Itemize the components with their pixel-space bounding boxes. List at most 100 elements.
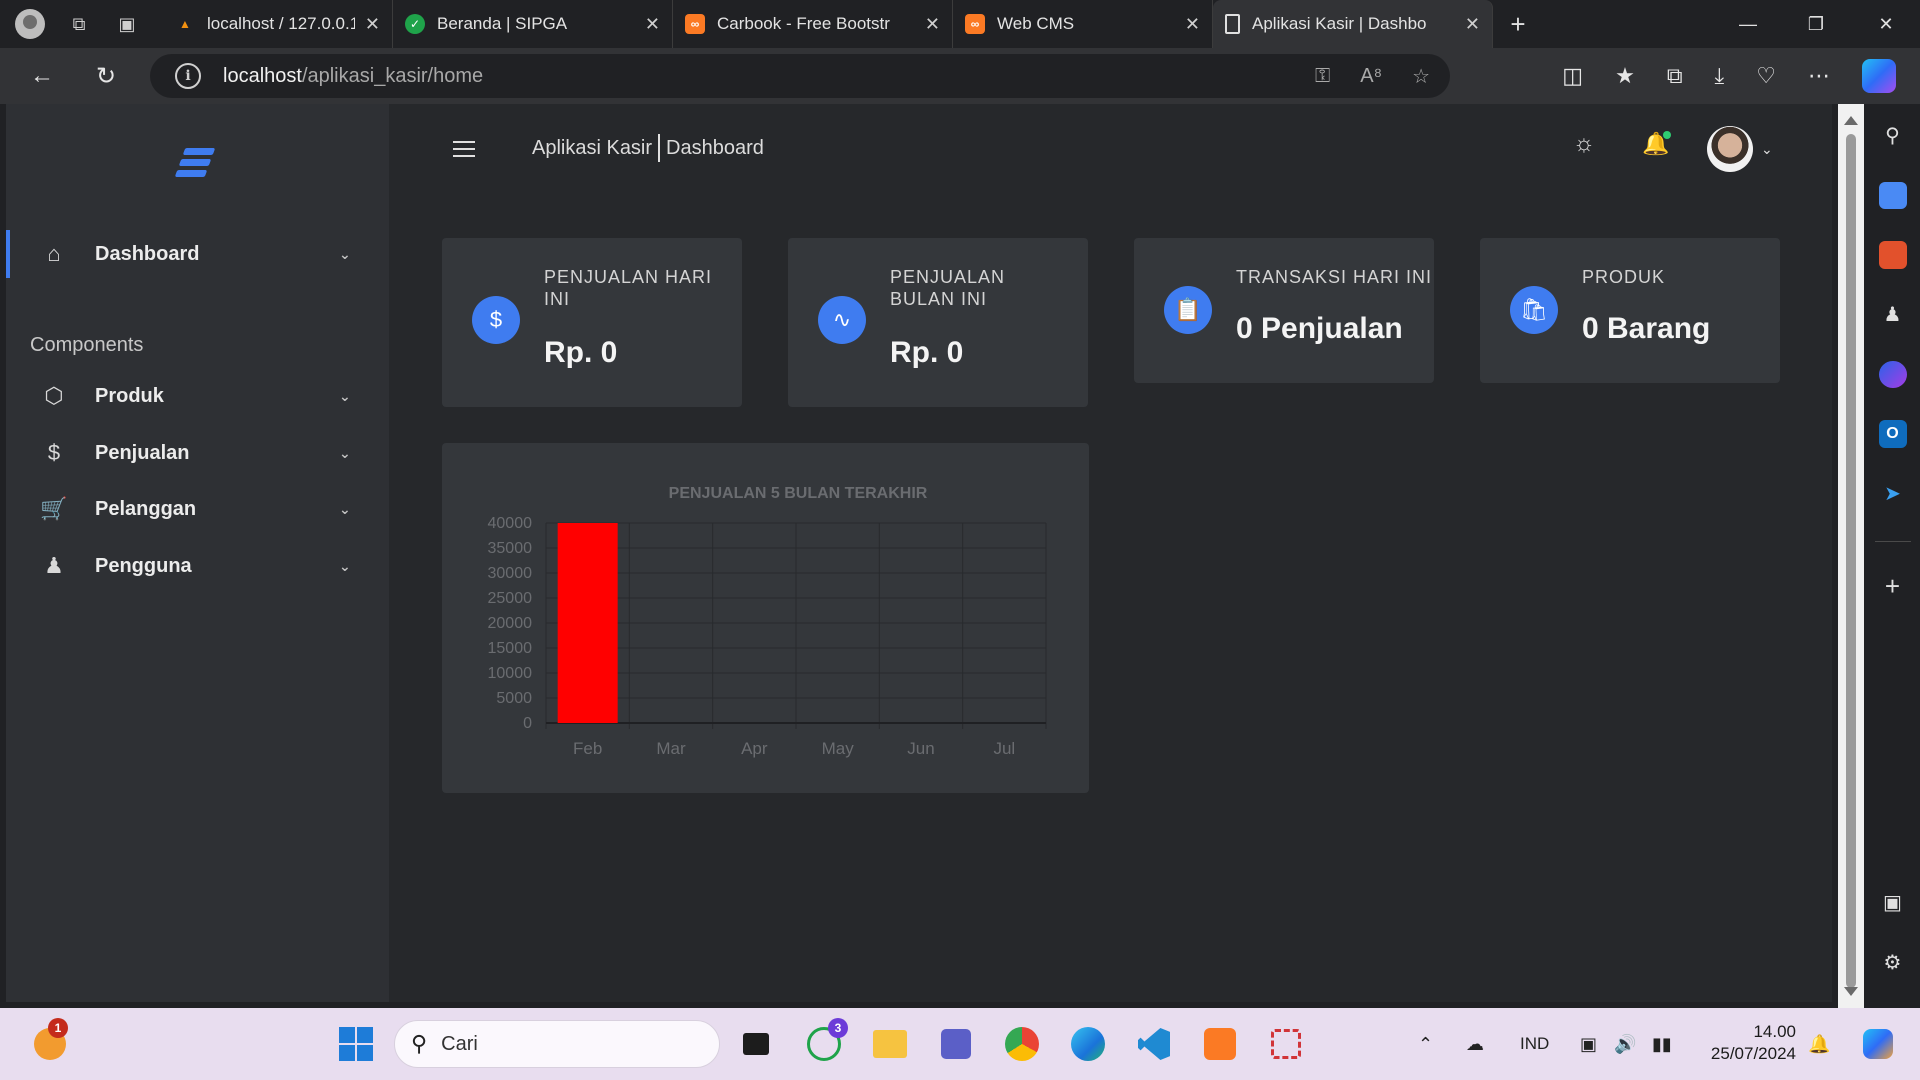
start-windows-icon[interactable] xyxy=(334,1022,378,1066)
sidebar-item-penjualan[interactable]: $ Penjualan ⌄ xyxy=(6,429,389,477)
stat-card-penjualan-bulan-ini: ∿ PENJUALAN BULAN INI Rp. 0 xyxy=(788,238,1088,407)
clock-date: 25/07/2024 xyxy=(1710,1044,1796,1063)
breadcrumb-app: Aplikasi Kasir xyxy=(532,136,653,159)
microsoft-365-icon[interactable] xyxy=(1878,360,1907,389)
volume-icon[interactable]: 🔊 xyxy=(1614,1008,1636,1080)
workspaces-icon[interactable]: ⧉ xyxy=(55,0,103,48)
copilot-icon[interactable] xyxy=(1856,1022,1900,1066)
chevron-down-icon: ⌄ xyxy=(339,500,351,517)
scroll-up-arrow-icon[interactable] xyxy=(1844,116,1858,125)
favorite-star-icon[interactable]: ☆ xyxy=(1412,64,1430,89)
onedrive-cloud-icon[interactable]: ☁ xyxy=(1466,1008,1484,1080)
sidebar: ⌂ Dashboard ⌄ Components ⬡ Produk ⌄ $ Pe… xyxy=(6,104,389,1002)
tab-sipga[interactable]: ✓ Beranda | SIPGA ✕ xyxy=(393,0,673,48)
card-value: 0 Penjualan xyxy=(1236,312,1403,345)
taskbar-clock[interactable]: 14.00 25/07/2024 xyxy=(1700,1021,1796,1065)
edge-icon[interactable] xyxy=(1066,1022,1110,1066)
dollar-icon: $ xyxy=(472,296,520,344)
split-screen-icon[interactable]: ◫ xyxy=(1562,63,1583,89)
show-hidden-icons-chevron-icon[interactable]: ⌃ xyxy=(1418,1008,1433,1080)
read-aloud-icon[interactable]: A⁸ xyxy=(1360,65,1382,88)
scrollbar-thumb[interactable] xyxy=(1846,134,1856,988)
collections-icon[interactable]: ⧉ xyxy=(1667,63,1683,89)
weather-widget-icon[interactable]: 1 xyxy=(28,1018,72,1066)
sidebar-item-produk[interactable]: ⬡ Produk ⌄ xyxy=(6,372,389,420)
teams-icon[interactable] xyxy=(934,1022,978,1066)
x-tick-label: Apr xyxy=(741,739,768,758)
breadcrumb: Aplikasi Kasir Dashboard xyxy=(532,134,764,162)
activity-icon: ∿ xyxy=(818,296,866,344)
menu-toggle-icon[interactable] xyxy=(453,141,475,162)
y-tick-label: 5000 xyxy=(496,690,532,707)
chart-title: PENJUALAN 5 BULAN TERAKHIR xyxy=(669,485,928,502)
close-tab-icon[interactable]: ✕ xyxy=(365,14,380,35)
file-explorer-icon[interactable] xyxy=(868,1022,912,1066)
restore-button[interactable]: ❐ xyxy=(1782,0,1850,48)
notification-bell-icon[interactable]: 🔔 xyxy=(1641,129,1671,159)
close-tab-icon[interactable]: ✕ xyxy=(925,14,940,35)
battery-icon[interactable]: ▮▮ xyxy=(1652,1008,1672,1080)
copilot-icon[interactable] xyxy=(1862,59,1896,93)
chrome-icon[interactable] xyxy=(1000,1022,1044,1066)
theme-toggle-sun-icon[interactable]: ☼ xyxy=(1569,129,1599,159)
browser-essentials-icon[interactable]: ♡ xyxy=(1756,63,1776,89)
taskbar-search[interactable]: ⚲ Cari xyxy=(394,1020,720,1068)
vscode-icon[interactable] xyxy=(1132,1022,1176,1066)
outlook-icon[interactable]: O xyxy=(1878,420,1907,448)
user-menu[interactable]: ⌄ xyxy=(1707,126,1773,172)
shopping-tag-icon[interactable] xyxy=(1878,181,1907,210)
close-tab-icon[interactable]: ✕ xyxy=(1465,14,1480,35)
whatsapp-icon[interactable]: 3 xyxy=(802,1018,848,1066)
send-icon[interactable]: ➤ xyxy=(1879,480,1907,508)
search-icon[interactable]: ⚲ xyxy=(1879,122,1907,150)
windows-logo xyxy=(339,1027,373,1061)
app-logo-icon[interactable] xyxy=(174,142,218,182)
page-scrollbar[interactable] xyxy=(1838,104,1864,1008)
tools-briefcase-icon[interactable] xyxy=(1878,241,1907,269)
breadcrumb-page: Dashboard xyxy=(666,136,764,159)
avatar xyxy=(1707,126,1753,172)
new-tab-button[interactable]: + xyxy=(1493,0,1543,48)
close-tab-icon[interactable]: ✕ xyxy=(1185,14,1200,35)
snipping-tool-icon[interactable] xyxy=(1264,1022,1308,1066)
xampp-icon: ∞ xyxy=(685,14,705,34)
sidebar-item-pelanggan[interactable]: 🛒 Pelanggan ⌄ xyxy=(6,485,389,533)
notification-bell-icon[interactable]: 🔔 xyxy=(1808,1008,1830,1080)
back-button[interactable]: ← xyxy=(20,54,64,98)
sidebar-item-dashboard[interactable]: ⌂ Dashboard ⌄ xyxy=(6,230,389,278)
tab-actions-icon[interactable]: ▣ xyxy=(103,0,151,48)
task-view-icon[interactable] xyxy=(734,1022,778,1066)
site-info-icon[interactable]: i xyxy=(175,63,201,89)
network-icon[interactable]: ▣ xyxy=(1580,1008,1597,1080)
chevron-down-icon: ⌄ xyxy=(1761,140,1773,157)
games-icon[interactable]: ♟ xyxy=(1879,301,1907,329)
screenshot-icon[interactable]: ▣ xyxy=(1879,889,1907,917)
y-tick-label: 40000 xyxy=(488,515,533,532)
tab-carbook[interactable]: ∞ Carbook - Free Bootstr ✕ xyxy=(673,0,953,48)
favorites-icon[interactable]: ★ xyxy=(1615,63,1635,89)
shopping-bag-icon: 🛍 xyxy=(1510,286,1558,334)
search-placeholder: Cari xyxy=(441,1032,478,1055)
more-options-icon[interactable]: ⋯ xyxy=(1808,63,1830,89)
tab-web-cms[interactable]: ∞ Web CMS ✕ xyxy=(953,0,1213,48)
password-key-icon[interactable]: ⚿ xyxy=(1315,65,1330,88)
input-language-indicator[interactable]: IND xyxy=(1520,1008,1549,1080)
settings-gear-icon[interactable]: ⚙ xyxy=(1879,948,1907,976)
close-tab-icon[interactable]: ✕ xyxy=(645,14,660,35)
sidebar-item-pengguna[interactable]: ♟ Pengguna ⌄ xyxy=(6,542,389,590)
close-window-button[interactable]: ✕ xyxy=(1852,0,1920,48)
scroll-down-arrow-icon[interactable] xyxy=(1844,987,1858,996)
xampp-icon[interactable] xyxy=(1198,1022,1242,1066)
clipboard-icon: 📋 xyxy=(1164,286,1212,334)
minimize-button[interactable]: — xyxy=(1714,0,1782,48)
add-icon[interactable]: + xyxy=(1879,571,1907,601)
reload-button[interactable]: ↻ xyxy=(84,54,128,98)
page-icon xyxy=(1225,14,1240,34)
profile-avatar-icon[interactable] xyxy=(15,9,45,39)
address-bar[interactable]: i localhost/aplikasi_kasir/home ⚿ A⁸ ☆ xyxy=(150,54,1450,98)
tab-phpmyadmin[interactable]: ▲ localhost / 127.0.0.1 / p ✕ xyxy=(163,0,393,48)
browser-tab-bar: ⧉ ▣ ▲ localhost / 127.0.0.1 / p ✕ ✓ Bera… xyxy=(0,0,1920,48)
download-icon[interactable]: ⤓ xyxy=(1715,63,1725,89)
x-tick-label: Mar xyxy=(656,739,686,758)
tab-aplikasi-kasir[interactable]: Aplikasi Kasir | Dashbo ✕ xyxy=(1213,0,1493,48)
